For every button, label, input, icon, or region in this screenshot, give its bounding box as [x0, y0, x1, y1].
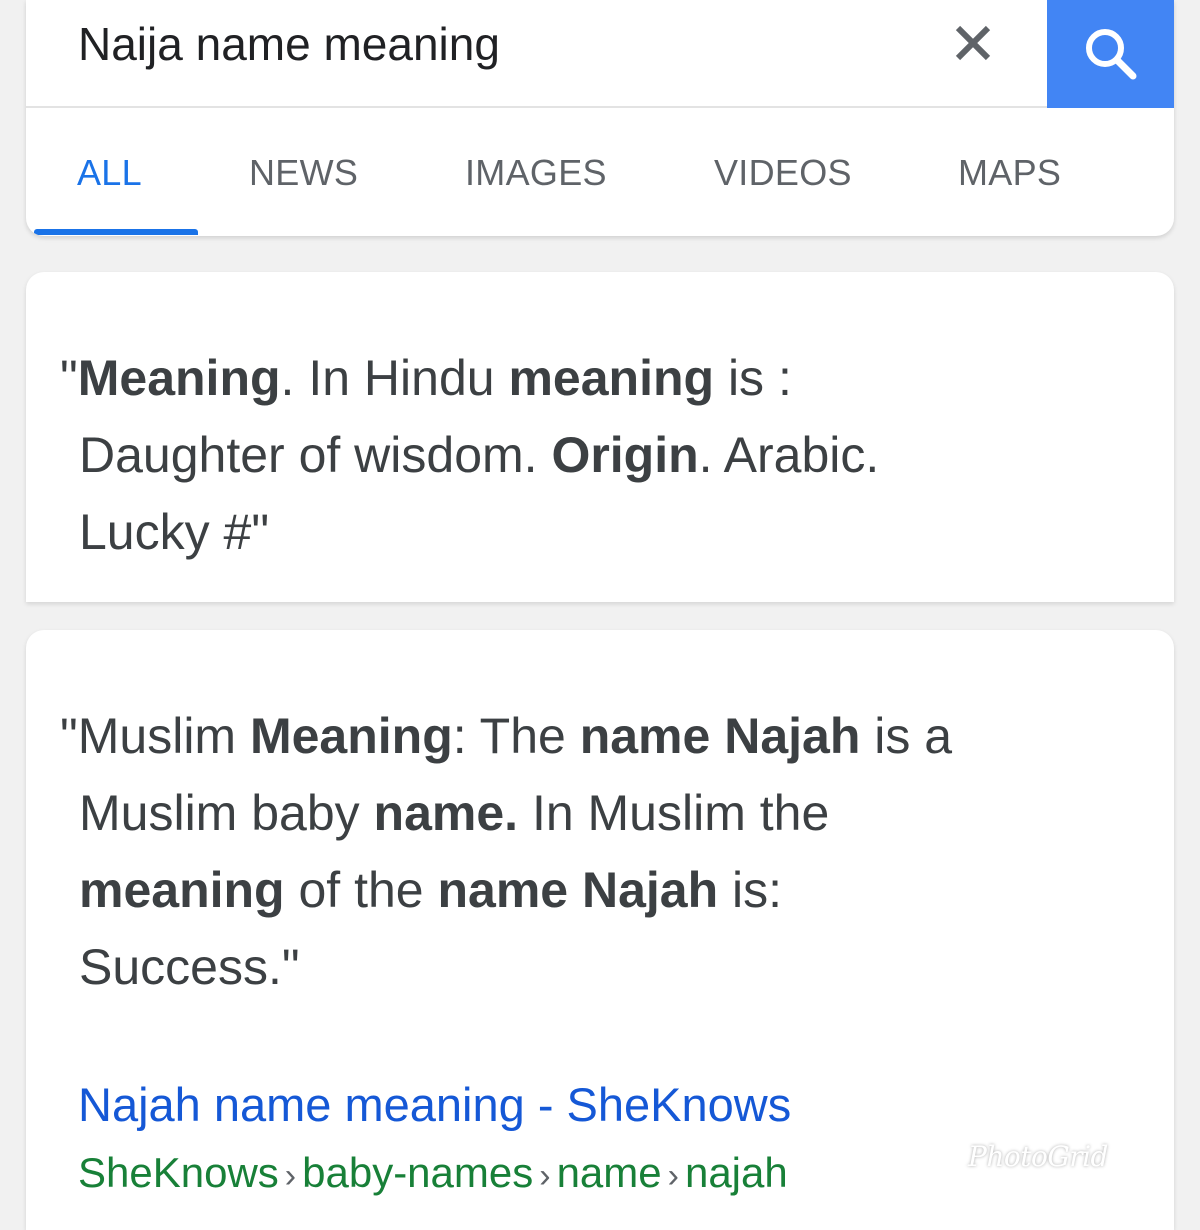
close-icon	[955, 25, 991, 61]
search-bar	[26, 0, 1174, 108]
result-snippet-1: "Meaning. In Hindu meaning is : Daughter…	[60, 340, 1130, 571]
snippet-text: "Muslim	[60, 708, 250, 764]
snippet-highlight: Meaning	[77, 350, 281, 406]
breadcrumb-item: najah	[684, 1149, 788, 1196]
snippet-highlight: name Najah	[437, 862, 719, 918]
snippet-line: meaning of the name Najah is:	[60, 852, 1130, 929]
snippet-text: In Muslim the	[518, 785, 830, 841]
snippet-text: Lucky #"	[79, 504, 270, 560]
tab-all[interactable]: ALL	[77, 148, 142, 198]
snippet-text: Success."	[79, 939, 300, 995]
search-button[interactable]	[1047, 0, 1174, 108]
search-icon	[1085, 29, 1136, 80]
breadcrumb-separator: ›	[539, 1157, 551, 1195]
breadcrumb-item: name	[556, 1149, 662, 1196]
active-tab-indicator	[34, 229, 198, 235]
snippet-text: "	[60, 350, 78, 406]
snippet-text: : The	[452, 708, 580, 764]
snippet-text: of the	[284, 862, 438, 918]
result-card-1: "Meaning. In Hindu meaning is : Daughter…	[26, 272, 1174, 602]
search-header-card: ALL NEWS IMAGES VIDEOS MAPS	[26, 0, 1174, 236]
tab-maps[interactable]: MAPS	[958, 148, 1061, 198]
snippet-highlight: Origin	[551, 427, 699, 483]
snippet-highlight: meaning	[508, 350, 715, 406]
snippet-text: is a	[860, 708, 953, 764]
snippet-text: is :	[714, 350, 792, 406]
search-tabs: ALL NEWS IMAGES VIDEOS MAPS	[26, 108, 1174, 236]
clear-search-button[interactable]	[944, 14, 1002, 72]
snippet-line: Lucky #"	[60, 494, 1130, 571]
breadcrumb: SheKnows › baby-names › name › najah	[78, 1145, 788, 1204]
tab-news[interactable]: NEWS	[249, 148, 358, 198]
snippet-highlight: name Najah	[579, 708, 861, 764]
snippet-line: Success."	[60, 929, 1130, 1006]
tab-images[interactable]: IMAGES	[465, 148, 607, 198]
breadcrumb-separator: ›	[667, 1157, 679, 1195]
snippet-line: Daughter of wisdom. Origin. Arabic.	[60, 417, 1130, 494]
snippet-text: Muslim baby	[79, 785, 374, 841]
result-snippet-2: "Muslim Meaning: The name Najah is a Mus…	[60, 698, 1130, 1006]
result-title-link[interactable]: Najah name meaning - SheKnows	[78, 1075, 791, 1135]
snippet-text: . Arabic.	[698, 427, 880, 483]
snippet-text: is:	[718, 862, 783, 918]
snippet-line: Muslim baby name. In Muslim the	[60, 775, 1130, 852]
search-input[interactable]	[78, 14, 918, 74]
breadcrumb-separator: ›	[284, 1157, 297, 1195]
snippet-text: Daughter of wisdom.	[79, 427, 552, 483]
snippet-highlight: name.	[373, 785, 519, 841]
snippet-text: . In Hindu	[280, 350, 509, 406]
breadcrumb-item: SheKnows	[78, 1149, 279, 1196]
snippet-highlight: meaning	[79, 862, 285, 918]
snippet-highlight: Meaning	[249, 708, 453, 764]
breadcrumb-item: baby-names	[302, 1149, 534, 1196]
tab-videos[interactable]: VIDEOS	[714, 148, 852, 198]
photogrid-watermark: PhotoGrid	[968, 1140, 1108, 1173]
